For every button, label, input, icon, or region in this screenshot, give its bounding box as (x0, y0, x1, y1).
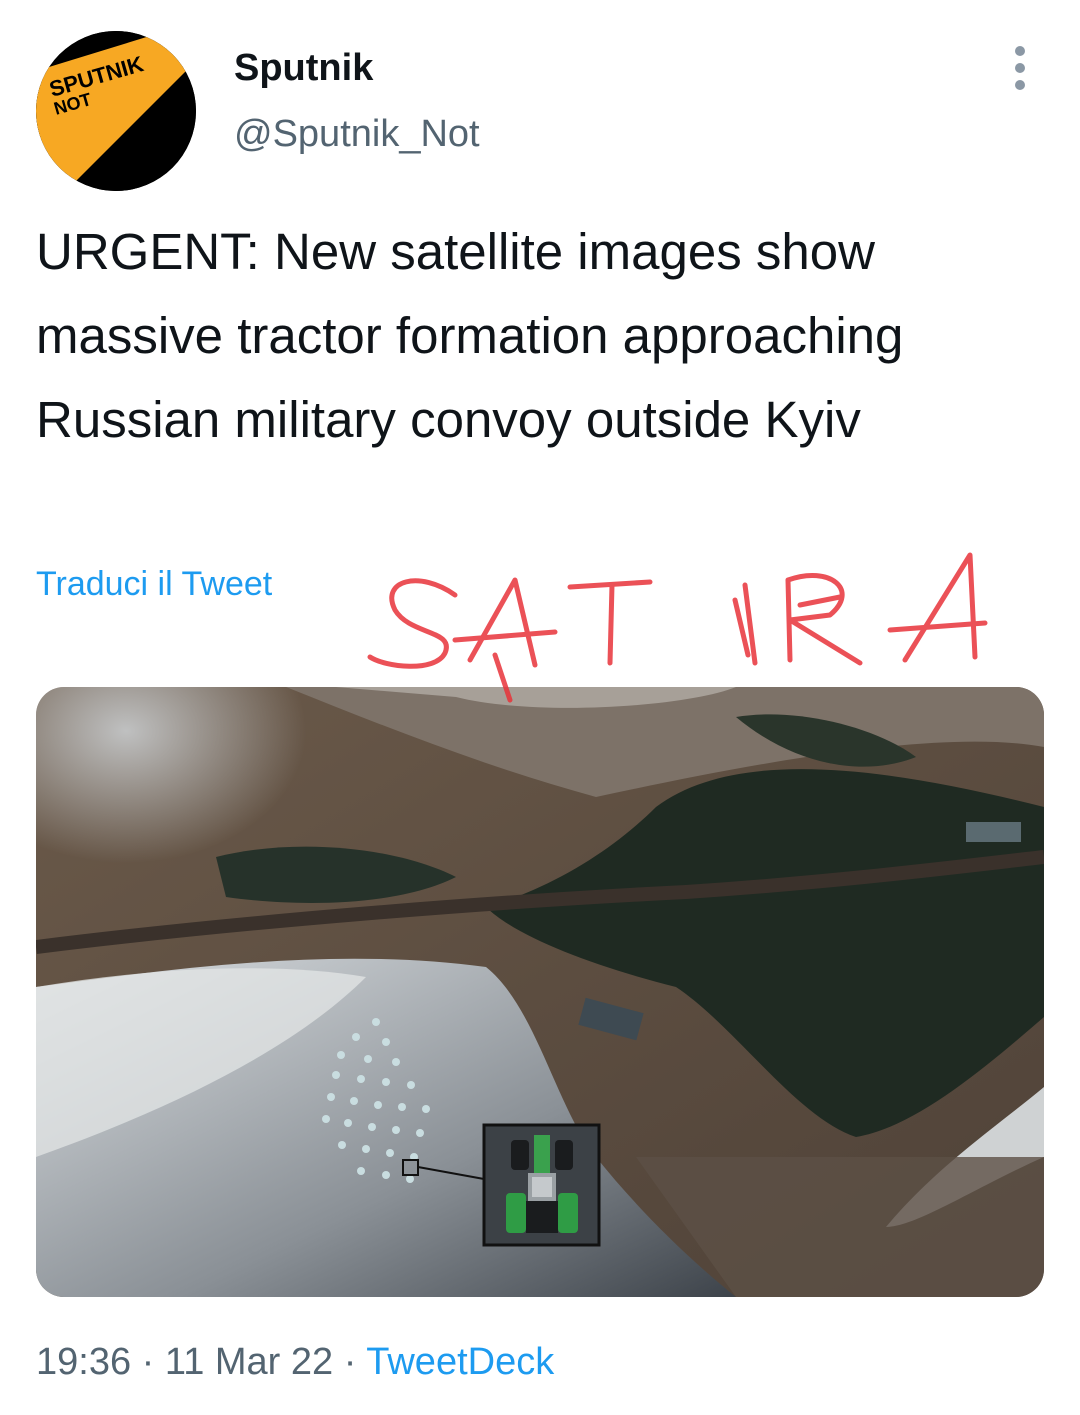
more-dot (1015, 63, 1025, 73)
tweet-media-satellite-image[interactable] (36, 687, 1044, 1297)
translate-tweet-link[interactable]: Traduci il Tweet (36, 562, 272, 606)
meta-separator: · (343, 1341, 357, 1383)
tweet-metadata: 19:36 · 11 Mar 22 · TweetDeck (36, 1338, 554, 1386)
meta-separator: · (141, 1341, 155, 1383)
avatar[interactable]: SPUTNIK NOT (36, 31, 196, 191)
tweet-time[interactable]: 19:36 (36, 1341, 131, 1383)
more-vertical-icon (1015, 46, 1025, 56)
more-dot (1015, 80, 1025, 90)
more-options-button[interactable] (1000, 40, 1040, 96)
tweet-source-link[interactable]: TweetDeck (366, 1341, 554, 1383)
author-display-name[interactable]: Sputnik (234, 44, 373, 92)
tweet-date[interactable]: 11 Mar 22 (165, 1341, 333, 1383)
author-handle[interactable]: @Sputnik_Not (234, 110, 480, 158)
tweet-text: URGENT: New satellite images show massiv… (36, 223, 904, 448)
